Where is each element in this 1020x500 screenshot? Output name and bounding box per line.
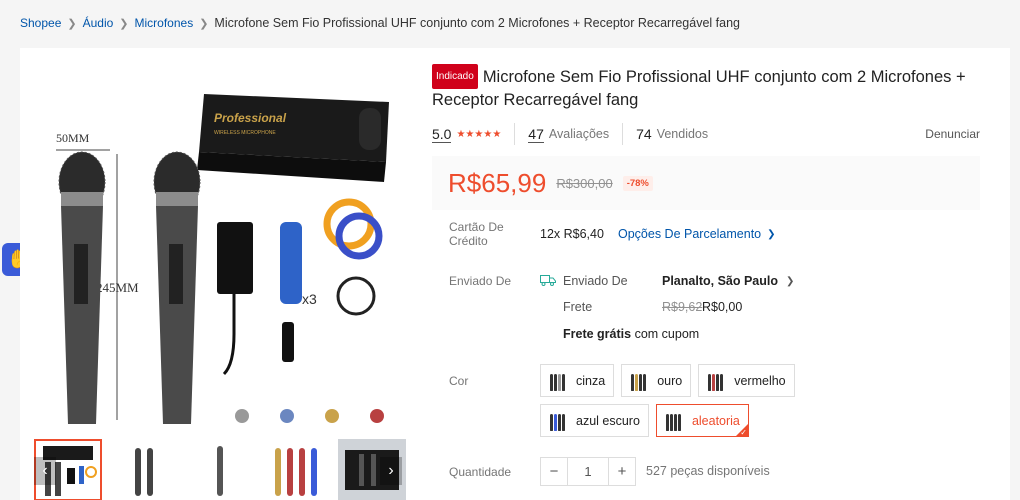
quantity-increase-button[interactable]: + bbox=[609, 458, 635, 485]
microphone-set-illustration: Professional WIRELESS MICROPHONE 50MM 24… bbox=[56, 94, 389, 424]
color-option-label: vermelho bbox=[734, 373, 786, 388]
chevron-right-icon: ❯ bbox=[767, 228, 776, 240]
color-option-label: ouro bbox=[657, 373, 683, 388]
chevron-left-icon: ‹ bbox=[42, 462, 48, 479]
thumb-next-button[interactable]: › bbox=[380, 457, 402, 485]
reviews-label: Avaliações bbox=[548, 127, 610, 141]
breadcrumb-audio[interactable]: Áudio bbox=[83, 16, 114, 30]
thumbnail-image bbox=[217, 446, 223, 496]
thumb-prev-button[interactable]: ‹ bbox=[34, 457, 56, 485]
sold-label: Vendidos bbox=[656, 127, 709, 141]
product-stats: 5.0 ★★★★★ 47 Avaliações 74 Vendidos Denu… bbox=[432, 123, 980, 145]
product-card: Professional WIRELESS MICROPHONE 50MM 24… bbox=[20, 48, 1010, 500]
variation-thumbnail bbox=[705, 370, 727, 391]
shipping-label: Enviado De bbox=[449, 274, 512, 288]
thumbnail-image bbox=[135, 448, 153, 496]
current-price: R$65,99 bbox=[448, 167, 547, 198]
product-gallery: Professional WIRELESS MICROPHONE 50MM 24… bbox=[34, 64, 418, 444]
shipping-from-label: Enviado De bbox=[563, 274, 628, 288]
breadcrumb-current: Microfone Sem Fio Profissional UHF conju… bbox=[214, 16, 740, 30]
thumbnail-2[interactable] bbox=[110, 439, 178, 500]
color-option-cinza[interactable]: cinza bbox=[540, 364, 615, 397]
product-info: Indicado Microfone Sem Fio Profissional U… bbox=[432, 64, 980, 210]
star-rating-icon: ★★★★★ bbox=[456, 128, 502, 140]
installment-options-label: Opções De Parcelamento bbox=[618, 227, 762, 241]
shipping-origin[interactable]: Planalto, São Paulo ❯ bbox=[662, 274, 794, 288]
chevron-right-icon: ❯ bbox=[786, 275, 795, 287]
original-price: R$300,00 bbox=[556, 175, 613, 191]
quantity-input[interactable]: 1 bbox=[567, 458, 609, 485]
thumbnail-strip: ‹ › bbox=[34, 439, 406, 500]
installments-label: Cartão De Crédito bbox=[449, 220, 504, 248]
free-shipping-note: Frete grátis com cupom bbox=[563, 327, 699, 341]
thumbnail-4[interactable] bbox=[262, 439, 330, 500]
freight-old-price: R$9,62 bbox=[662, 300, 703, 314]
reviews-count[interactable]: 47 bbox=[528, 126, 544, 143]
battery-count-label: x3 bbox=[302, 291, 317, 307]
divider bbox=[514, 123, 516, 145]
installment-options-link[interactable]: Opções De Parcelamento ❯ bbox=[618, 227, 776, 241]
chevron-right-icon: ❯ bbox=[67, 17, 77, 30]
color-label-row: Cor bbox=[449, 374, 468, 388]
rating-value[interactable]: 5.0 bbox=[432, 126, 452, 143]
free-shipping-strong: Frete grátis bbox=[563, 327, 632, 341]
color-option-azul-escuro[interactable]: azul escuro bbox=[540, 404, 649, 437]
preferred-badge: Indicado bbox=[432, 64, 478, 89]
breadcrumb-shopee[interactable]: Shopee bbox=[20, 16, 61, 30]
installments-value: 12x R$6,40 bbox=[540, 227, 604, 241]
height-dimension-label: 245MM bbox=[96, 280, 139, 295]
chevron-right-icon: ❯ bbox=[119, 17, 129, 30]
check-icon: ✓ bbox=[740, 428, 747, 437]
box-subtitle-text: WIRELESS MICROPHONE bbox=[214, 130, 276, 136]
quantity-decrease-button[interactable]: − bbox=[541, 458, 567, 485]
minus-icon: − bbox=[549, 463, 559, 480]
box-brand-text: Professional bbox=[214, 111, 287, 125]
color-option-label: azul escuro bbox=[576, 413, 640, 428]
color-option-aleatoria[interactable]: aleatoria ✓ bbox=[655, 404, 749, 437]
truck-icon bbox=[540, 273, 556, 290]
variation-thumbnail bbox=[547, 370, 568, 391]
variation-thumbnail bbox=[547, 410, 568, 431]
plus-icon: + bbox=[617, 463, 627, 480]
freight-label: Frete bbox=[563, 300, 593, 314]
stock-available: 527 peças disponíveis bbox=[646, 464, 770, 478]
report-link[interactable]: Denunciar bbox=[925, 127, 980, 141]
color-option-vermelho[interactable]: vermelho bbox=[698, 364, 795, 397]
breadcrumb: Shopee ❯ Áudio ❯ Microfones ❯ Microfone … bbox=[20, 16, 740, 30]
chevron-right-icon: › bbox=[388, 462, 394, 479]
divider bbox=[622, 123, 624, 145]
color-option-label: cinza bbox=[576, 373, 606, 388]
variation-thumbnail bbox=[662, 410, 684, 431]
variation-thumbnail bbox=[628, 370, 650, 391]
product-title: Indicado Microfone Sem Fio Profissional U… bbox=[432, 64, 980, 112]
sold-count: 74 bbox=[636, 126, 652, 142]
color-option-ouro[interactable]: ouro bbox=[621, 364, 692, 397]
discount-badge: -78% bbox=[622, 175, 653, 191]
breadcrumb-microfones[interactable]: Microfones bbox=[135, 16, 194, 30]
quantity-stepper: − 1 + bbox=[540, 457, 636, 486]
free-shipping-rest: com cupom bbox=[634, 327, 700, 341]
color-label: Cor bbox=[449, 374, 469, 388]
main-product-image[interactable]: Professional WIRELESS MICROPHONE 50MM 24… bbox=[34, 64, 418, 444]
width-dimension-label: 50MM bbox=[56, 131, 90, 145]
color-options: cinza ouro vermelho azul escuro aleatori… bbox=[540, 364, 900, 437]
thumbnail-image bbox=[275, 448, 317, 496]
quantity-label: Quantidade bbox=[449, 465, 512, 479]
freight-new-price: R$0,00 bbox=[702, 300, 743, 314]
thumbnail-3[interactable] bbox=[186, 439, 254, 500]
chevron-right-icon: ❯ bbox=[199, 17, 209, 30]
shipping-origin-value: Planalto, São Paulo bbox=[662, 274, 778, 288]
color-option-label: aleatoria bbox=[691, 413, 740, 428]
price-section: R$65,99 R$300,00 -78% bbox=[432, 156, 980, 210]
product-title-text: Microfone Sem Fio Profissional UHF conju… bbox=[432, 68, 966, 109]
